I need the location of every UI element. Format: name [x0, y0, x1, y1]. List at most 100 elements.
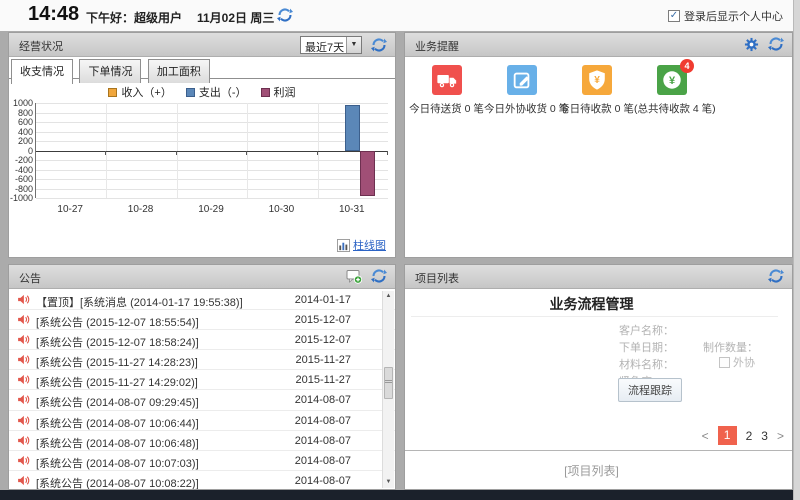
announcement-date: 2014-08-07 [295, 415, 351, 427]
project-list-placeholder: [项目列表] [405, 462, 778, 479]
add-message-icon[interactable] [346, 268, 362, 284]
business-reminders-panel: 业务提醒 [404, 32, 793, 258]
announcement-row[interactable]: [系统公告 (2014-08-07 10:06:48)] 2014-08-07 [9, 431, 395, 451]
y-axis-tick: 0 [9, 146, 33, 156]
business-status-panel: 经营状况 最近7天 ▼ 收支情况 下单情况 加工面积 收入（+）支出（-）利润 … [8, 32, 396, 258]
legend-swatch [108, 88, 117, 97]
checkbox-check-icon[interactable]: ✓ [668, 10, 680, 22]
axis-tick [317, 151, 318, 155]
legend-swatch [261, 88, 270, 97]
x-axis-tick: 10-29 [176, 204, 246, 215]
flow-management-title: 业务流程管理 [405, 294, 778, 314]
checkbox-icon[interactable] [719, 357, 730, 368]
announcement-row[interactable]: 【置顶】[系统消息 (2014-01-17 19:55:38)] 2014-01-… [9, 290, 395, 310]
gridline [36, 103, 388, 104]
refresh-icon[interactable] [768, 36, 784, 52]
announcement-date: 2014-01-17 [295, 294, 351, 306]
announcement-row[interactable]: [系统公告 (2015-11-27 14:28:23)]2015-11-27 [9, 350, 395, 370]
bottom-edge-bar [0, 490, 793, 500]
reminder-outsource-receive[interactable]: 今日外协收货 0 笔 [484, 65, 559, 116]
flow-track-button[interactable]: 流程跟踪 [618, 378, 682, 402]
page-1[interactable]: 1 [718, 426, 737, 445]
announcements-header: 公告 [9, 265, 395, 289]
y-axis-tick: 800 [9, 108, 33, 118]
reminder-delivery[interactable]: 今日待送货 0 笔 [409, 65, 484, 116]
tab-orders[interactable]: 下单情况 [79, 59, 141, 83]
announcement-date: 2015-11-27 [296, 374, 351, 386]
announcement-row[interactable]: [系统公告 (2015-11-27 14:29:02)]2015-11-27 [9, 370, 395, 390]
speaker-icon [17, 414, 30, 427]
announcement-date: 2014-08-07 [295, 435, 351, 447]
business-reminders-header: 业务提醒 [405, 33, 792, 57]
announcement-row[interactable]: [系统公告 (2014-08-07 10:06:44)] 2014-08-07 [9, 411, 395, 431]
announcement-row[interactable]: [系统公告 (2014-08-07 10:07:03)]2014-08-07 [9, 451, 395, 471]
announcement-date: 2014-08-07 [295, 475, 351, 487]
x-axis-tick: 10-28 [105, 204, 175, 215]
announcements-panel: 公告 【置顶】[系统消息 (2014-01-17 19:55:38)] 2014-… [8, 264, 396, 490]
reminder-collect-today[interactable]: ¥ 今日待收款 0 笔 [559, 65, 634, 116]
refresh-icon[interactable] [277, 7, 293, 23]
y-axis-tick: 600 [9, 117, 33, 127]
legend-item: 利润 [261, 84, 296, 100]
speaker-icon [17, 434, 30, 447]
chart-legend: 收入（+）支出（-）利润 [9, 84, 395, 100]
gridline [36, 132, 388, 133]
scroll-down-icon[interactable]: ▼ [383, 477, 394, 488]
page-2[interactable]: 2 [746, 429, 753, 443]
personal-center-toggle[interactable]: ✓ 登录后显示个人中心 [668, 8, 783, 24]
announcement-row[interactable]: [系统公告 (2014-08-07 10:08:22)] 2014-08-07 [9, 471, 395, 489]
announcement-text: 【置顶】[系统消息 (2014-01-17 19:55:38)] [36, 294, 243, 310]
refresh-icon[interactable] [768, 268, 784, 284]
axis-tick [387, 151, 388, 155]
legend-item: 收入（+） [108, 84, 171, 100]
y-axis-tick: -800 [9, 184, 33, 194]
announcement-row[interactable]: [系统公告 (2014-08-07 09:29:45)] 2014-08-07 [9, 390, 395, 410]
edit-icon [507, 65, 537, 95]
axis-tick [176, 151, 177, 155]
announcement-text: [系统公告 (2015-12-07 18:58:24)] [36, 334, 199, 350]
outsourcing-checkbox[interactable]: 外协 [719, 354, 755, 370]
prev-page-icon[interactable]: < [702, 429, 709, 443]
announcement-text: [系统公告 (2014-08-07 10:08:22)] [36, 475, 199, 489]
legend-label: 利润 [274, 84, 296, 100]
refresh-icon[interactable] [371, 268, 387, 284]
announcement-row[interactable]: [系统公告 (2015-12-07 18:55:54)]2015-12-07 [9, 310, 395, 330]
legend-label: 收入（+） [121, 84, 171, 100]
speaker-icon [17, 353, 30, 366]
gridline [36, 141, 388, 142]
bar-line-chart-link[interactable]: 柱线图 [337, 237, 386, 253]
announcement-text: [系统公告 (2014-08-07 09:29:45)] [36, 394, 199, 410]
speaker-icon [17, 454, 30, 467]
gear-icon[interactable] [744, 37, 759, 52]
chart-xticks: 10-2710-2810-2910-3010-31 [35, 204, 388, 218]
project-list-header: 项目列表 [405, 265, 792, 289]
scroll-up-icon[interactable]: ▲ [383, 291, 394, 302]
page-3[interactable]: 3 [761, 429, 768, 443]
tab-processing-area[interactable]: 加工面积 [148, 59, 210, 83]
date-range-select[interactable]: 最近7天 ▼ [300, 36, 362, 54]
refresh-icon[interactable] [371, 37, 387, 53]
tab-income-expense[interactable]: 收支情况 [11, 59, 73, 84]
scrollbar-thumb[interactable] [384, 367, 393, 399]
announcement-row[interactable]: [系统公告 (2015-12-07 18:58:24)]2015-12-07 [9, 330, 395, 350]
gridline [36, 189, 388, 190]
x-axis-tick: 10-27 [35, 204, 105, 215]
announcement-text: [系统公告 (2014-08-07 10:06:48)] [36, 435, 199, 451]
reminder-collect-total[interactable]: ¥ 4 (总共待收款 4 笔) [634, 65, 709, 116]
announcement-date: 2014-08-07 [295, 394, 351, 406]
scrollbar-track[interactable] [793, 0, 800, 500]
speaker-icon [17, 474, 30, 487]
y-axis-tick: -1000 [9, 193, 33, 203]
reminder-label: (总共待收款 4 笔) [634, 101, 709, 116]
announcement-list: 【置顶】[系统消息 (2014-01-17 19:55:38)] 2014-01-… [9, 290, 395, 489]
gridline [36, 170, 388, 171]
chart-plot [35, 103, 388, 198]
y-axis-tick: 1000 [9, 98, 33, 108]
scrollbar[interactable]: ▲ ▼ [382, 291, 394, 488]
x-axis-tick: 10-30 [246, 204, 316, 215]
reminder-label: 今日待送货 0 笔 [409, 101, 484, 116]
chart-link-label: 柱线图 [353, 237, 386, 253]
next-page-icon[interactable]: > [777, 429, 784, 443]
reminder-label: 今日外协收货 0 笔 [484, 101, 559, 116]
announcement-text: [系统公告 (2014-08-07 10:06:44)] [36, 415, 199, 431]
